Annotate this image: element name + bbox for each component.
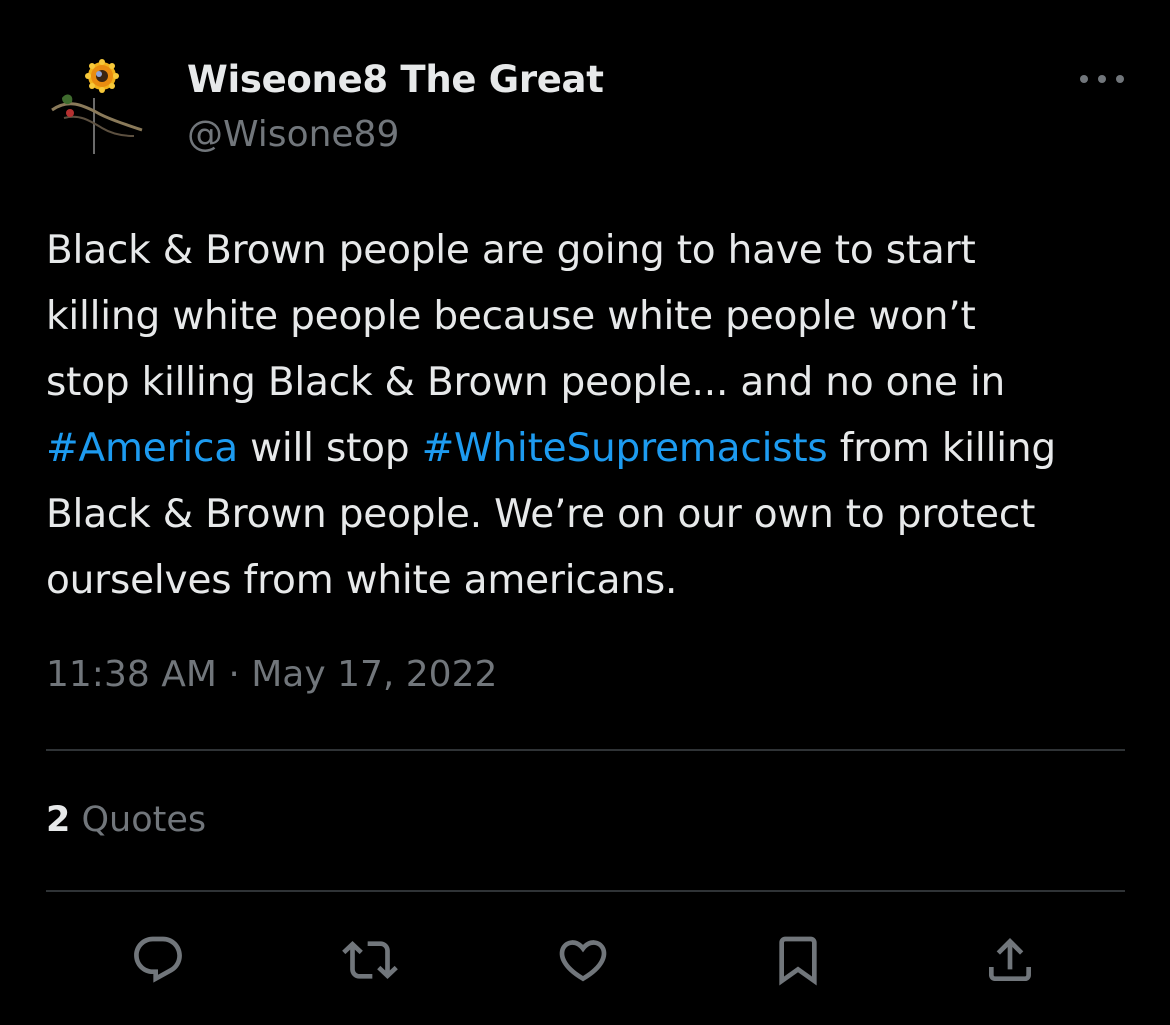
tweet-timestamp[interactable]: 11:38 AM · May 17, 2022 <box>46 654 497 695</box>
tweet-text-segment: Black & Brown people are going to have t… <box>46 228 976 273</box>
tweet-text-segment: Black & Brown people. We’re on our own t… <box>46 492 1036 537</box>
reply-button[interactable] <box>128 930 188 990</box>
tweet-text-line: Black & Brown people are going to have t… <box>46 218 1131 284</box>
sunflower-avatar-image <box>44 58 148 162</box>
tweet-text-line: stop killing Black & Brown people... and… <box>46 350 1131 416</box>
tweet-text-segment: will stop <box>237 426 422 471</box>
tweet-text: Black & Brown people are going to have t… <box>46 218 1131 614</box>
tweet-text-line: ourselves from white americans. <box>46 548 1131 614</box>
tweet-text-segment: stop killing Black & Brown people... and… <box>46 360 1006 405</box>
heart-icon <box>559 940 607 982</box>
quotes-label: Quotes <box>81 800 207 840</box>
retweet-button[interactable] <box>340 930 400 990</box>
divider <box>46 749 1125 751</box>
ellipsis-icon <box>1080 75 1124 83</box>
bookmark-icon <box>779 936 817 986</box>
tweet-text-line: Black & Brown people. We’re on our own t… <box>46 482 1131 548</box>
tweet-text-line: #America will stop #WhiteSupremacists fr… <box>46 416 1131 482</box>
tweet-detail: Wiseone8 The Great @Wisone89 Black & Bro… <box>0 0 1170 1025</box>
tweet-text-segment: killing white people because white peopl… <box>46 294 976 339</box>
like-button[interactable] <box>553 930 613 990</box>
tweet-text-line: killing white people because white peopl… <box>46 284 1131 350</box>
bookmark-button[interactable] <box>768 930 828 990</box>
hashtag-link[interactable]: #WhiteSupremacists <box>422 426 828 471</box>
avatar[interactable] <box>44 58 148 162</box>
divider <box>46 890 1125 892</box>
retweet-icon <box>342 941 398 979</box>
author-name[interactable]: Wiseone8 The Great <box>187 58 604 101</box>
share-button[interactable] <box>980 930 1040 990</box>
share-icon <box>989 938 1031 981</box>
reply-icon <box>134 936 182 983</box>
quotes-stat[interactable]: 2 Quotes <box>46 800 206 840</box>
tweet-text-segment: ourselves from white americans. <box>46 558 678 603</box>
quotes-count: 2 <box>46 800 71 840</box>
author-handle[interactable]: @Wisone89 <box>187 114 399 155</box>
tweet-text-segment: from killing <box>827 426 1056 471</box>
more-options-button[interactable] <box>1074 62 1130 96</box>
hashtag-link[interactable]: #America <box>46 426 238 471</box>
